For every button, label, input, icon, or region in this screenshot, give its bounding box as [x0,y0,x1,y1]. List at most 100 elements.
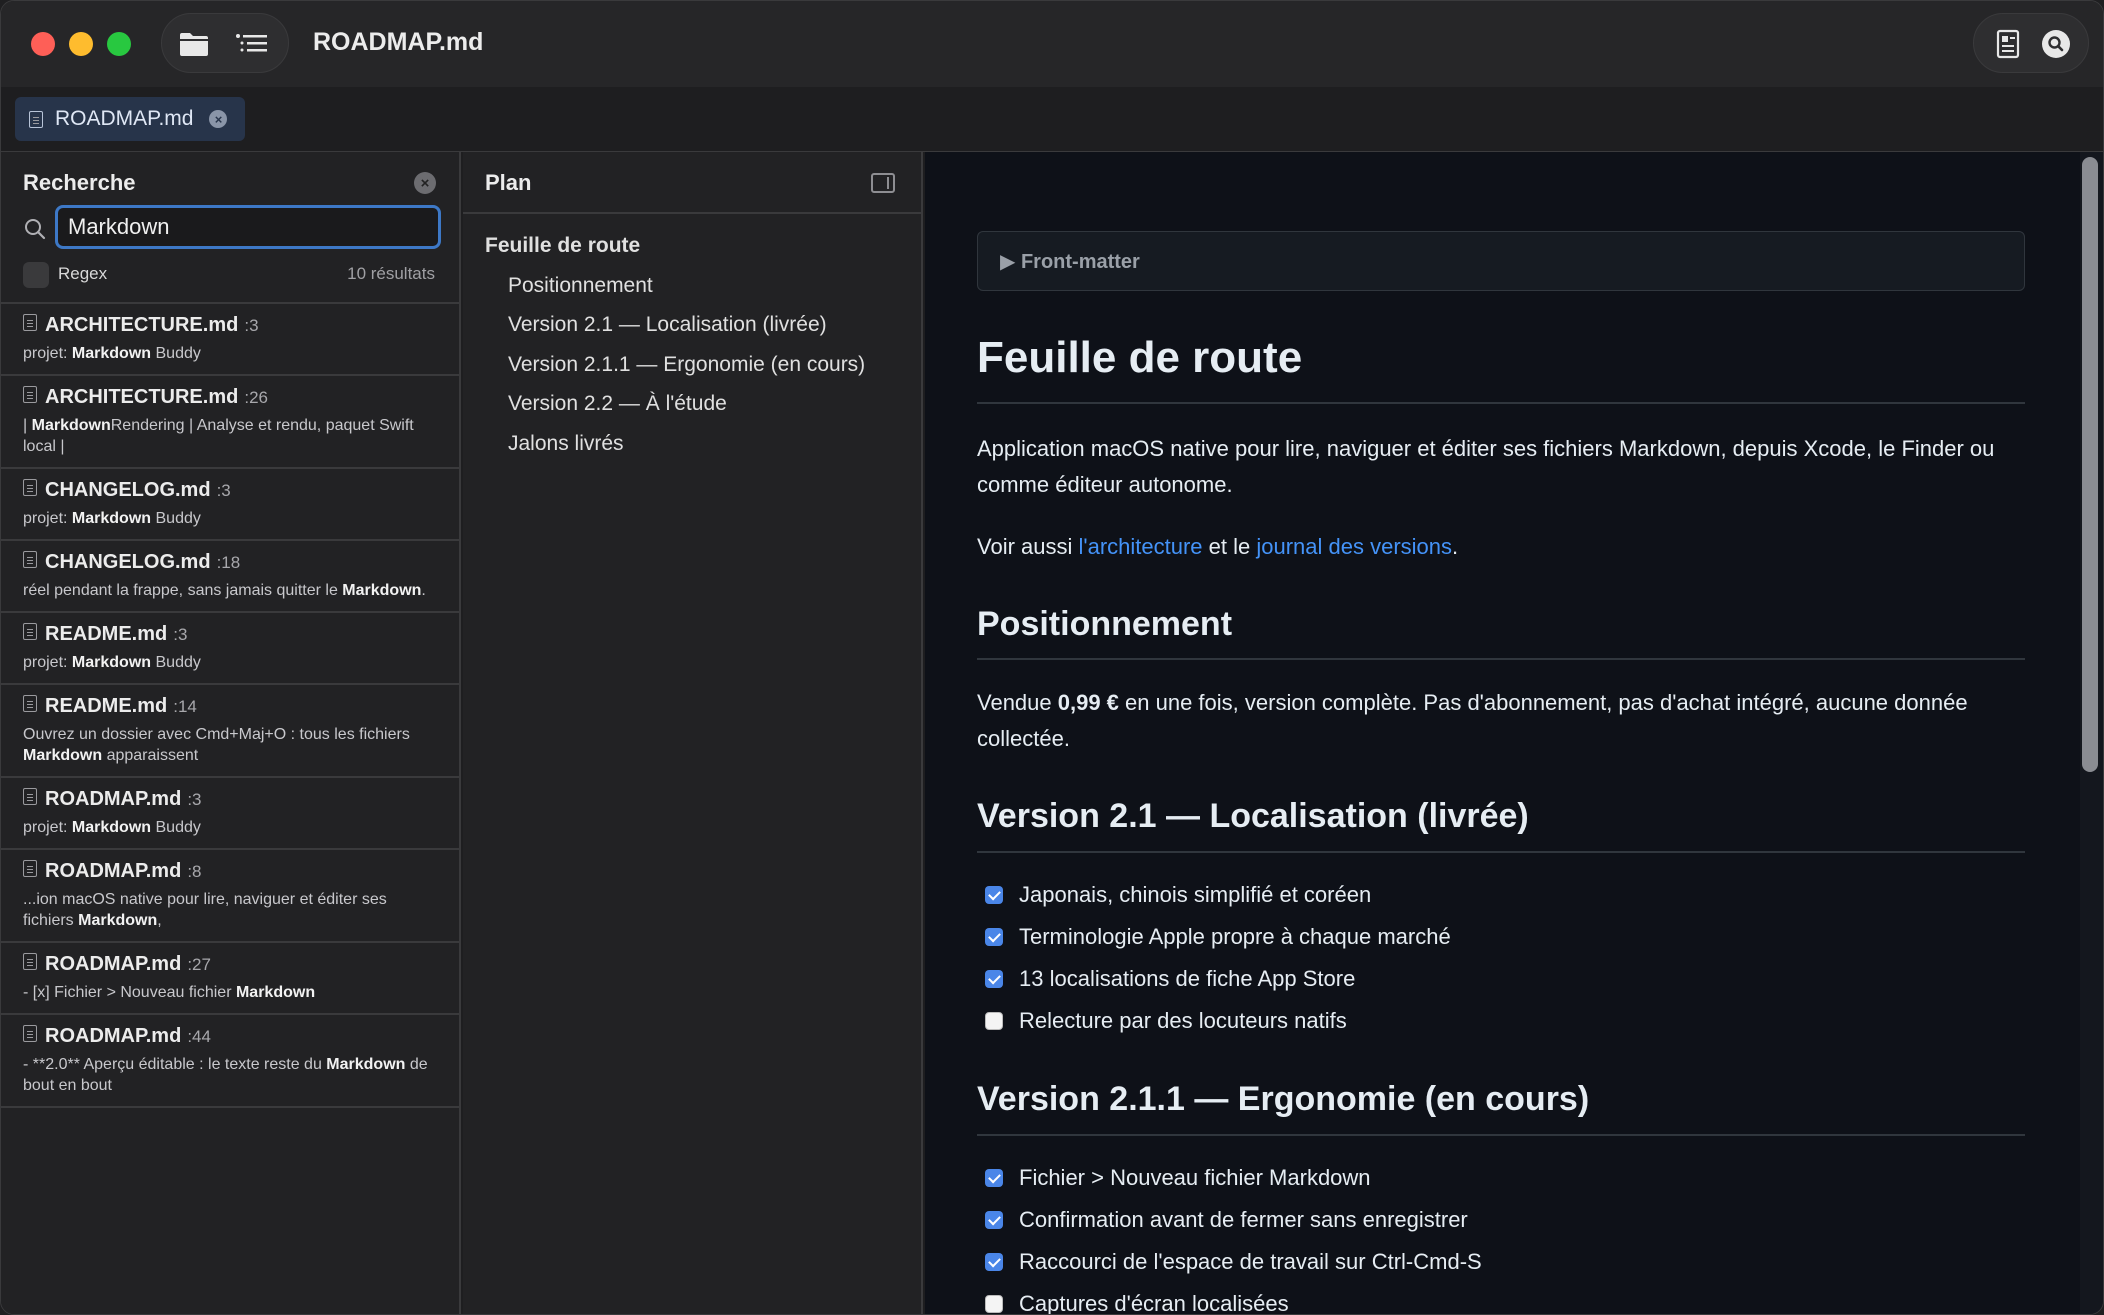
task-checkbox-checked[interactable] [985,1253,1003,1271]
result-file-name: ARCHITECTURE.md [45,386,239,408]
frontmatter-label: ▶ Front-matter [1000,251,1140,273]
task-item: Raccourci de l'espace de travail sur Ctr… [985,1249,1482,1275]
file-icon [23,551,37,568]
snippet-after: Buddy [151,819,201,836]
task-checkbox-unchecked[interactable] [985,1012,1003,1030]
snippet-match: Markdown [31,417,111,434]
tab-label: ROADMAP.md [55,107,194,130]
snippet-after: Buddy [151,345,201,362]
regex-checkbox[interactable] [23,262,49,288]
positioning-text: Vendue [977,690,1058,715]
task-item: Fichier > Nouveau fichier Markdown [985,1165,1371,1191]
snippet-match: Markdown [71,345,152,362]
task-label: Japonais, chinois simplifié et coréen [1019,882,1372,907]
result-header: ARCHITECTURE.md :26 [23,386,437,409]
task-item: Japonais, chinois simplifié et coréen [985,882,1371,908]
toolbar-left-group [161,13,289,73]
outline-item[interactable]: Version 2.1 — Localisation (livrée) [485,305,865,345]
tab-roadmap[interactable]: ROADMAP.md × [15,97,245,141]
search-result-item[interactable]: ROADMAP.md:3 projet: Markdown Buddy [1,778,459,850]
document-icon [1996,29,2020,59]
tab-close-icon[interactable]: × [209,110,228,128]
snippet-before: - **2.0** Aperçu éditable : le texte res… [23,1056,327,1073]
preview-scrollbar-thumb[interactable] [2082,157,2098,772]
file-icon [23,386,37,403]
result-line-number: :8 [187,862,202,881]
file-icon [23,788,37,805]
search-result-item[interactable]: ROADMAP.md:27 - [x] Fichier > Nouveau fic… [1,943,459,1015]
search-result-item[interactable]: CHANGELOG.md:3 projet: Markdown Buddy [1,469,459,541]
outline-item[interactable]: Version 2.2 — À l'étude [485,384,865,424]
search-input[interactable] [55,205,441,249]
heading-feuille-de-route: Feuille de route [977,333,1303,382]
outline-toggle-button[interactable] [234,26,270,62]
task-checkbox-checked[interactable] [985,970,1003,988]
heading-rule [977,402,2025,404]
minimize-window-button[interactable] [69,32,93,56]
file-icon [23,860,37,877]
architecture-link[interactable]: l'architecture [1079,534,1203,559]
result-file-name: ROADMAP.md [45,953,182,975]
outline-pane: Plan Feuille de route Positionnement Versi… [463,152,923,1314]
search-pane-title: Recherche [23,170,136,195]
outline-list: Feuille de route Positionnement Version 2.… [485,226,865,463]
search-close-icon[interactable]: × [414,172,436,194]
result-line-number: :26 [244,388,268,407]
outline-item[interactable]: Positionnement [485,266,865,306]
task-checkbox-checked[interactable] [985,1169,1003,1187]
search-result-item[interactable]: README.md:3 projet: Markdown Buddy [1,613,459,685]
task-checkbox-checked[interactable] [985,928,1003,946]
result-file-name: ROADMAP.md [45,1025,182,1047]
result-line-number: :14 [173,697,197,716]
result-file-name: ROADMAP.md [45,860,182,882]
snippet-before: projet: [23,654,72,671]
search-result-item[interactable]: README.md:14 Ouvrez un dossier avec Cmd+M… [1,685,459,778]
search-result-item[interactable]: ROADMAP.md:44 - **2.0** Aperçu éditable :… [1,1015,459,1108]
result-line-number: :3 [216,481,231,500]
result-file-name: CHANGELOG.md [45,551,211,573]
task-checkbox-unchecked[interactable] [985,1295,1003,1313]
result-snippet: - [x] Fichier > Nouveau fichier Markdown [23,982,437,1003]
task-item: 13 localisations de fiche App Store [985,966,1355,992]
snippet-match: Markdown [326,1056,406,1073]
result-file-name: ROADMAP.md [45,788,182,810]
task-label: Terminologie Apple propre à chaque march… [1019,924,1451,949]
snippet-before: Ouvrez un dossier avec Cmd+Maj+O : tous … [23,726,410,743]
task-label: Fichier > Nouveau fichier Markdown [1019,1165,1371,1190]
result-header: ARCHITECTURE.md:3 [23,314,437,337]
result-count: 10 résultats [347,264,435,283]
search-result-item[interactable]: ROADMAP.md:8 ...ion macOS native pour lir… [1,850,459,943]
changelog-link[interactable]: journal des versions [1256,534,1452,559]
result-line-number: :3 [173,625,188,644]
task-label: Confirmation avant de fermer sans enregi… [1019,1207,1468,1232]
document-info-button[interactable] [1990,26,2026,62]
result-header: ROADMAP.md:27 [23,953,437,976]
search-result-item[interactable]: ARCHITECTURE.md:3 projet: Markdown Buddy [1,304,459,376]
intro-paragraph: Application macOS native pour lire, navi… [977,436,1995,497]
positioning-paragraph: Vendue 0,99 € en une fois, version compl… [977,685,2025,757]
search-result-item[interactable]: CHANGELOG.md:18 réel pendant la frappe, s… [1,541,459,613]
task-label: Relecture par des locuteurs natifs [1019,1008,1347,1033]
snippet-before: - [x] Fichier > Nouveau fichier [23,984,236,1001]
see-also-text-end: . [1452,534,1459,559]
snippet-after: Buddy [151,654,201,671]
snippet-before: projet: [23,345,72,362]
file-icon [23,1025,37,1042]
search-toggle-button[interactable] [2038,26,2074,62]
frontmatter-disclosure[interactable]: ▶ Front-matter [977,231,2025,291]
task-checkbox-checked[interactable] [985,886,1003,904]
regex-label: Regex [58,264,108,283]
task-checkbox-checked[interactable] [985,1211,1003,1229]
sidebar-toggle-icon[interactable] [871,173,895,193]
open-folder-button[interactable] [176,26,212,62]
close-window-button[interactable] [31,32,55,56]
outline-item[interactable]: Version 2.1.1 — Ergonomie (en cours) [485,345,865,385]
search-result-item[interactable]: ARCHITECTURE.md:26 | MarkdownRendering | … [1,376,459,469]
app-window: ROADMAP.md ROADMAP.md × Recherche × Mark… [0,0,2104,1315]
outline-item[interactable]: Feuille de route [485,226,865,266]
zoom-window-button[interactable] [107,32,131,56]
window-title: ROADMAP.md [313,28,484,56]
outline-item[interactable]: Jalons livrés [485,424,865,464]
snippet-before: réel pendant la frappe, sans jamais quit… [23,582,343,599]
file-icon [23,953,37,970]
